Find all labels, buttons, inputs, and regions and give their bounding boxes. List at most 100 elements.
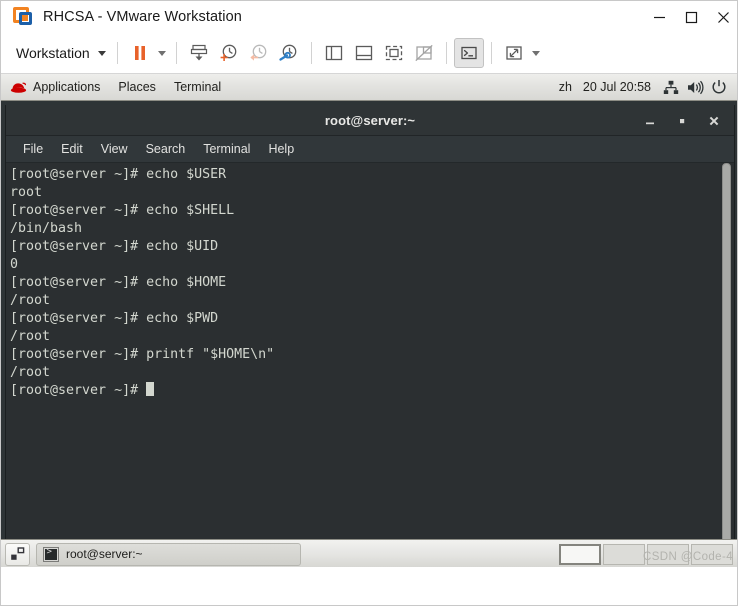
terminal-scrollbar[interactable] — [720, 163, 733, 549]
term-maximize-button[interactable] — [666, 107, 698, 135]
terminal-line: /bin/bash — [10, 221, 83, 236]
vmware-toolbar: Workstation — [1, 33, 737, 74]
stretch-arrows-icon — [506, 46, 522, 60]
terminal-prompt-text: [root@server ~]# — [10, 383, 147, 398]
console-prompt-icon — [461, 46, 477, 60]
minimize-button[interactable] — [643, 1, 675, 33]
guest-screen: Applications Places Terminal zh 20 Jul 2… — [1, 74, 737, 568]
show-desktop-icon[interactable] — [5, 542, 30, 566]
taskbar-item-terminal[interactable]: root@server:~ — [36, 542, 301, 566]
vmware-titlebar: RHCSA - VMware Workstation — [1, 1, 737, 33]
fullscreen-button[interactable] — [379, 38, 409, 68]
sidebar-panel-icon — [325, 45, 342, 61]
terminal-window-title: root@server:~ — [324, 112, 416, 128]
terminal-line: [root@server ~]# echo $USER — [10, 167, 227, 182]
vmware-logo-icon — [13, 7, 33, 27]
workspace-switcher[interactable] — [559, 543, 735, 565]
terminal-menubar: File Edit View Search Terminal Help — [6, 136, 734, 163]
console-view-button[interactable] — [453, 38, 484, 68]
terminal-titlebar[interactable]: root@server:~ — [6, 105, 734, 136]
taskbar-item-label: root@server:~ — [66, 547, 143, 561]
panel-status-area[interactable]: zh 20 Jul 20:58 — [551, 74, 659, 101]
terminal-window: root@server:~ File Edit View Search Term… — [5, 105, 735, 550]
terminal-prompt-line: [root@server ~]# — [10, 382, 716, 400]
pause-icon — [134, 46, 145, 60]
terminal-scrollbar-thumb[interactable] — [722, 163, 731, 549]
bottom-panel-icon — [355, 45, 372, 61]
power-dropdown[interactable] — [155, 38, 169, 68]
network-wired-icon[interactable] — [659, 74, 683, 101]
terminal-line: [root@server ~]# echo $UID — [10, 239, 219, 254]
workstation-menu-label: Workstation — [16, 45, 90, 61]
terminal-menu[interactable]: Terminal — [165, 74, 230, 101]
take-snapshot-button[interactable] — [214, 38, 244, 68]
power-icon[interactable] — [707, 74, 731, 101]
places-menu-label: Places — [118, 80, 156, 94]
terminal-line: /root — [10, 329, 51, 344]
terminal-line: 0 — [10, 257, 19, 272]
terminal-menu-label: Terminal — [173, 80, 222, 94]
toolbar-separator — [175, 42, 177, 64]
terminal-output[interactable]: [root@server ~]# echo $USER root [root@ser… — [10, 166, 716, 549]
applications-menu[interactable]: Applications — [1, 74, 109, 101]
workspace-2[interactable] — [603, 543, 645, 565]
menu-terminal[interactable]: Terminal — [194, 139, 259, 159]
chevron-down-icon — [97, 50, 106, 56]
menu-view[interactable]: View — [92, 139, 137, 159]
input-method-indicator[interactable]: zh — [559, 80, 572, 94]
window-controls — [643, 1, 737, 33]
chevron-down-icon — [531, 50, 540, 56]
workspace-1[interactable] — [559, 543, 601, 565]
snapshot-manager-button[interactable] — [274, 38, 304, 68]
unity-mode-button[interactable] — [409, 38, 439, 68]
terminal-body[interactable]: [root@server ~]# echo $USER root [root@ser… — [6, 163, 734, 549]
terminal-icon — [43, 546, 59, 562]
toolbar-separator — [445, 42, 447, 64]
redhat-hat-icon — [10, 81, 27, 94]
term-minimize-button[interactable] — [634, 107, 666, 135]
window-title: RHCSA - VMware Workstation — [43, 9, 242, 25]
menu-file[interactable]: File — [14, 139, 52, 159]
manage-snapshots-button[interactable] — [184, 38, 214, 68]
show-library-button[interactable] — [319, 38, 349, 68]
speaker-icon[interactable] — [683, 74, 707, 101]
toolbar-separator — [310, 42, 312, 64]
toolbar-separator — [116, 42, 118, 64]
terminal-line: /root — [10, 293, 51, 308]
terminal-line: [root@server ~]# echo $HOME — [10, 275, 227, 290]
toolbar-separator — [490, 42, 492, 64]
suspend-button[interactable] — [125, 38, 155, 68]
clock-label[interactable]: 20 Jul 20:58 — [583, 80, 651, 94]
show-thumbnails-button[interactable] — [349, 38, 379, 68]
terminal-line: [root@server ~]# echo $PWD — [10, 311, 219, 326]
close-button[interactable] — [707, 1, 737, 33]
terminal-line: [root@server ~]# printf "$HOME\n" — [10, 347, 275, 362]
terminal-line: [root@server ~]# echo $SHELL — [10, 203, 235, 218]
gnome-top-panel: Applications Places Terminal zh 20 Jul 2… — [1, 74, 737, 101]
chevron-down-icon — [157, 50, 166, 56]
applications-menu-label: Applications — [33, 80, 101, 94]
menu-edit[interactable]: Edit — [52, 139, 92, 159]
menu-help[interactable]: Help — [259, 139, 303, 159]
snapshot-add-icon — [220, 44, 237, 61]
snapshot-save-icon — [190, 44, 207, 61]
vmware-workstation-window: RHCSA - VMware Workstation Workstation A… — [0, 0, 738, 606]
term-close-button[interactable] — [698, 107, 730, 135]
places-menu[interactable]: Places — [109, 74, 165, 101]
workspace-3[interactable] — [647, 543, 689, 565]
stretch-view-button[interactable] — [499, 38, 529, 68]
unity-disabled-icon — [415, 44, 433, 62]
workstation-menu-button[interactable]: Workstation — [12, 42, 110, 64]
snapshot-manager-icon — [279, 44, 297, 61]
terminal-cursor — [146, 382, 155, 396]
fullscreen-icon — [385, 45, 402, 61]
stretch-dropdown[interactable] — [529, 38, 543, 68]
revert-snapshot-button[interactable] — [244, 38, 274, 68]
vmware-status-bar — [1, 567, 737, 605]
workspace-4[interactable] — [691, 543, 733, 565]
terminal-line: /root — [10, 365, 51, 380]
maximize-button[interactable] — [675, 1, 707, 33]
menu-search[interactable]: Search — [137, 139, 195, 159]
snapshot-revert-icon — [250, 44, 267, 61]
terminal-line: root — [10, 185, 43, 200]
